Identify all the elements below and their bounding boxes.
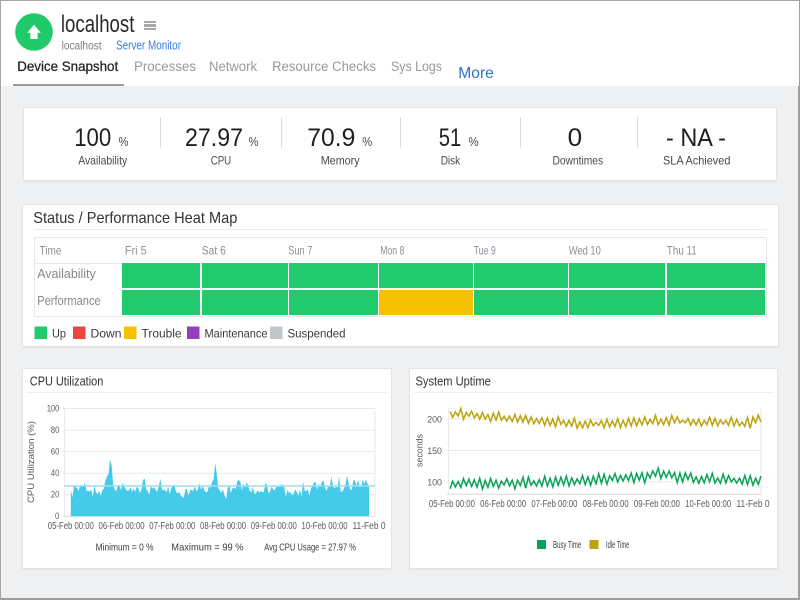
svg-text:100: 100 [47, 403, 59, 413]
svg-text:06-Feb 00:00: 06-Feb 00:00 [480, 499, 526, 510]
svg-text:11-Feb 0: 11-Feb 0 [353, 521, 386, 532]
svg-text:09-Feb 00:00: 09-Feb 00:00 [251, 521, 297, 532]
svg-text:%: % [249, 135, 259, 149]
svg-text:Thu 11: Thu 11 [667, 244, 697, 258]
svg-text:Maximum = 99 %: Maximum = 99 % [171, 542, 243, 554]
svg-text:Suspended: Suspended [288, 327, 346, 341]
svg-text:Disk: Disk [441, 154, 461, 168]
svg-text:Device Snapshot: Device Snapshot [17, 58, 118, 74]
svg-text:Performance: Performance [37, 294, 101, 308]
svg-text:10-Feb 00:00: 10-Feb 00:00 [685, 499, 731, 510]
svg-text:Sys Logs: Sys Logs [391, 58, 442, 74]
svg-text:Tue 9: Tue 9 [474, 244, 496, 258]
svg-text:%: % [469, 135, 479, 149]
svg-text:Idle Time: Idle Time [606, 540, 630, 551]
svg-text:Avg CPU Usage = 27.97 %: Avg CPU Usage = 27.97 % [264, 542, 356, 554]
svg-text:10-Feb 00:00: 10-Feb 00:00 [302, 521, 348, 532]
svg-text:Status / Performance Heat Map: Status / Performance Heat Map [33, 210, 237, 227]
svg-text:100: 100 [74, 124, 111, 152]
svg-text:Sun 7: Sun 7 [288, 244, 312, 258]
svg-text:0: 0 [568, 124, 583, 152]
svg-text:27.97: 27.97 [185, 124, 243, 152]
svg-text:Minimum = 0 %: Minimum = 0 % [96, 542, 154, 554]
svg-text:- NA -: - NA - [666, 124, 726, 152]
svg-text:localhost: localhost [62, 39, 103, 53]
svg-text:51: 51 [439, 124, 462, 152]
svg-text:CPU: CPU [211, 154, 232, 168]
svg-text:150: 150 [427, 446, 442, 456]
svg-text:08-Feb 00:00: 08-Feb 00:00 [200, 521, 246, 532]
svg-text:200: 200 [427, 414, 442, 424]
svg-text:100: 100 [427, 477, 442, 487]
svg-text:Fri 5: Fri 5 [125, 244, 147, 258]
svg-text:Busy Time: Busy Time [553, 540, 581, 551]
svg-text:06-Feb 00:00: 06-Feb 00:00 [99, 521, 145, 532]
svg-text:Up: Up [52, 327, 66, 341]
svg-text:localhost: localhost [61, 11, 135, 38]
svg-text:70.9: 70.9 [307, 124, 355, 152]
svg-text:Downtimes: Downtimes [553, 154, 604, 168]
svg-text:seconds: seconds [415, 434, 425, 467]
svg-text:Wed 10: Wed 10 [569, 244, 601, 258]
svg-text:More: More [458, 65, 494, 82]
svg-text:09-Feb 00:00: 09-Feb 00:00 [634, 499, 680, 510]
svg-text:Down: Down [91, 327, 122, 341]
svg-text:System Uptime: System Uptime [416, 373, 491, 388]
svg-text:%: % [119, 135, 129, 149]
svg-text:05-Feb 00:00: 05-Feb 00:00 [429, 499, 475, 510]
svg-text:Network: Network [209, 58, 258, 74]
svg-text:%: % [362, 135, 372, 149]
svg-text:Resource Checks: Resource Checks [272, 58, 376, 74]
svg-text:60: 60 [51, 446, 59, 456]
svg-text:SLA Achieved: SLA Achieved [663, 154, 730, 168]
svg-text:11-Feb 0: 11-Feb 0 [737, 499, 770, 510]
svg-text:Availability: Availability [37, 267, 96, 281]
svg-text:Availability: Availability [78, 154, 127, 168]
svg-text:CPU Utilization: CPU Utilization [30, 373, 104, 388]
svg-text:Memory: Memory [321, 154, 360, 168]
svg-text:Server Monitor: Server Monitor [116, 39, 181, 53]
svg-text:05-Feb 00:00: 05-Feb 00:00 [48, 521, 94, 532]
svg-text:Sat 6: Sat 6 [202, 244, 226, 258]
svg-text:Trouble: Trouble [142, 327, 182, 341]
svg-text:Mon 8: Mon 8 [380, 244, 404, 258]
svg-text:08-Feb 00:00: 08-Feb 00:00 [583, 499, 629, 510]
svg-text:20: 20 [51, 489, 59, 499]
svg-text:07-Feb 00:00: 07-Feb 00:00 [149, 521, 195, 532]
svg-text:Time: Time [40, 244, 62, 258]
svg-text:0: 0 [55, 511, 59, 521]
svg-text:Processes: Processes [134, 58, 196, 74]
svg-text:07-Feb 00:00: 07-Feb 00:00 [531, 499, 577, 510]
svg-text:80: 80 [51, 425, 59, 435]
svg-text:Maintenance: Maintenance [205, 327, 268, 341]
svg-text:CPU Utilization (%): CPU Utilization (%) [26, 421, 36, 503]
svg-text:40: 40 [51, 468, 59, 478]
